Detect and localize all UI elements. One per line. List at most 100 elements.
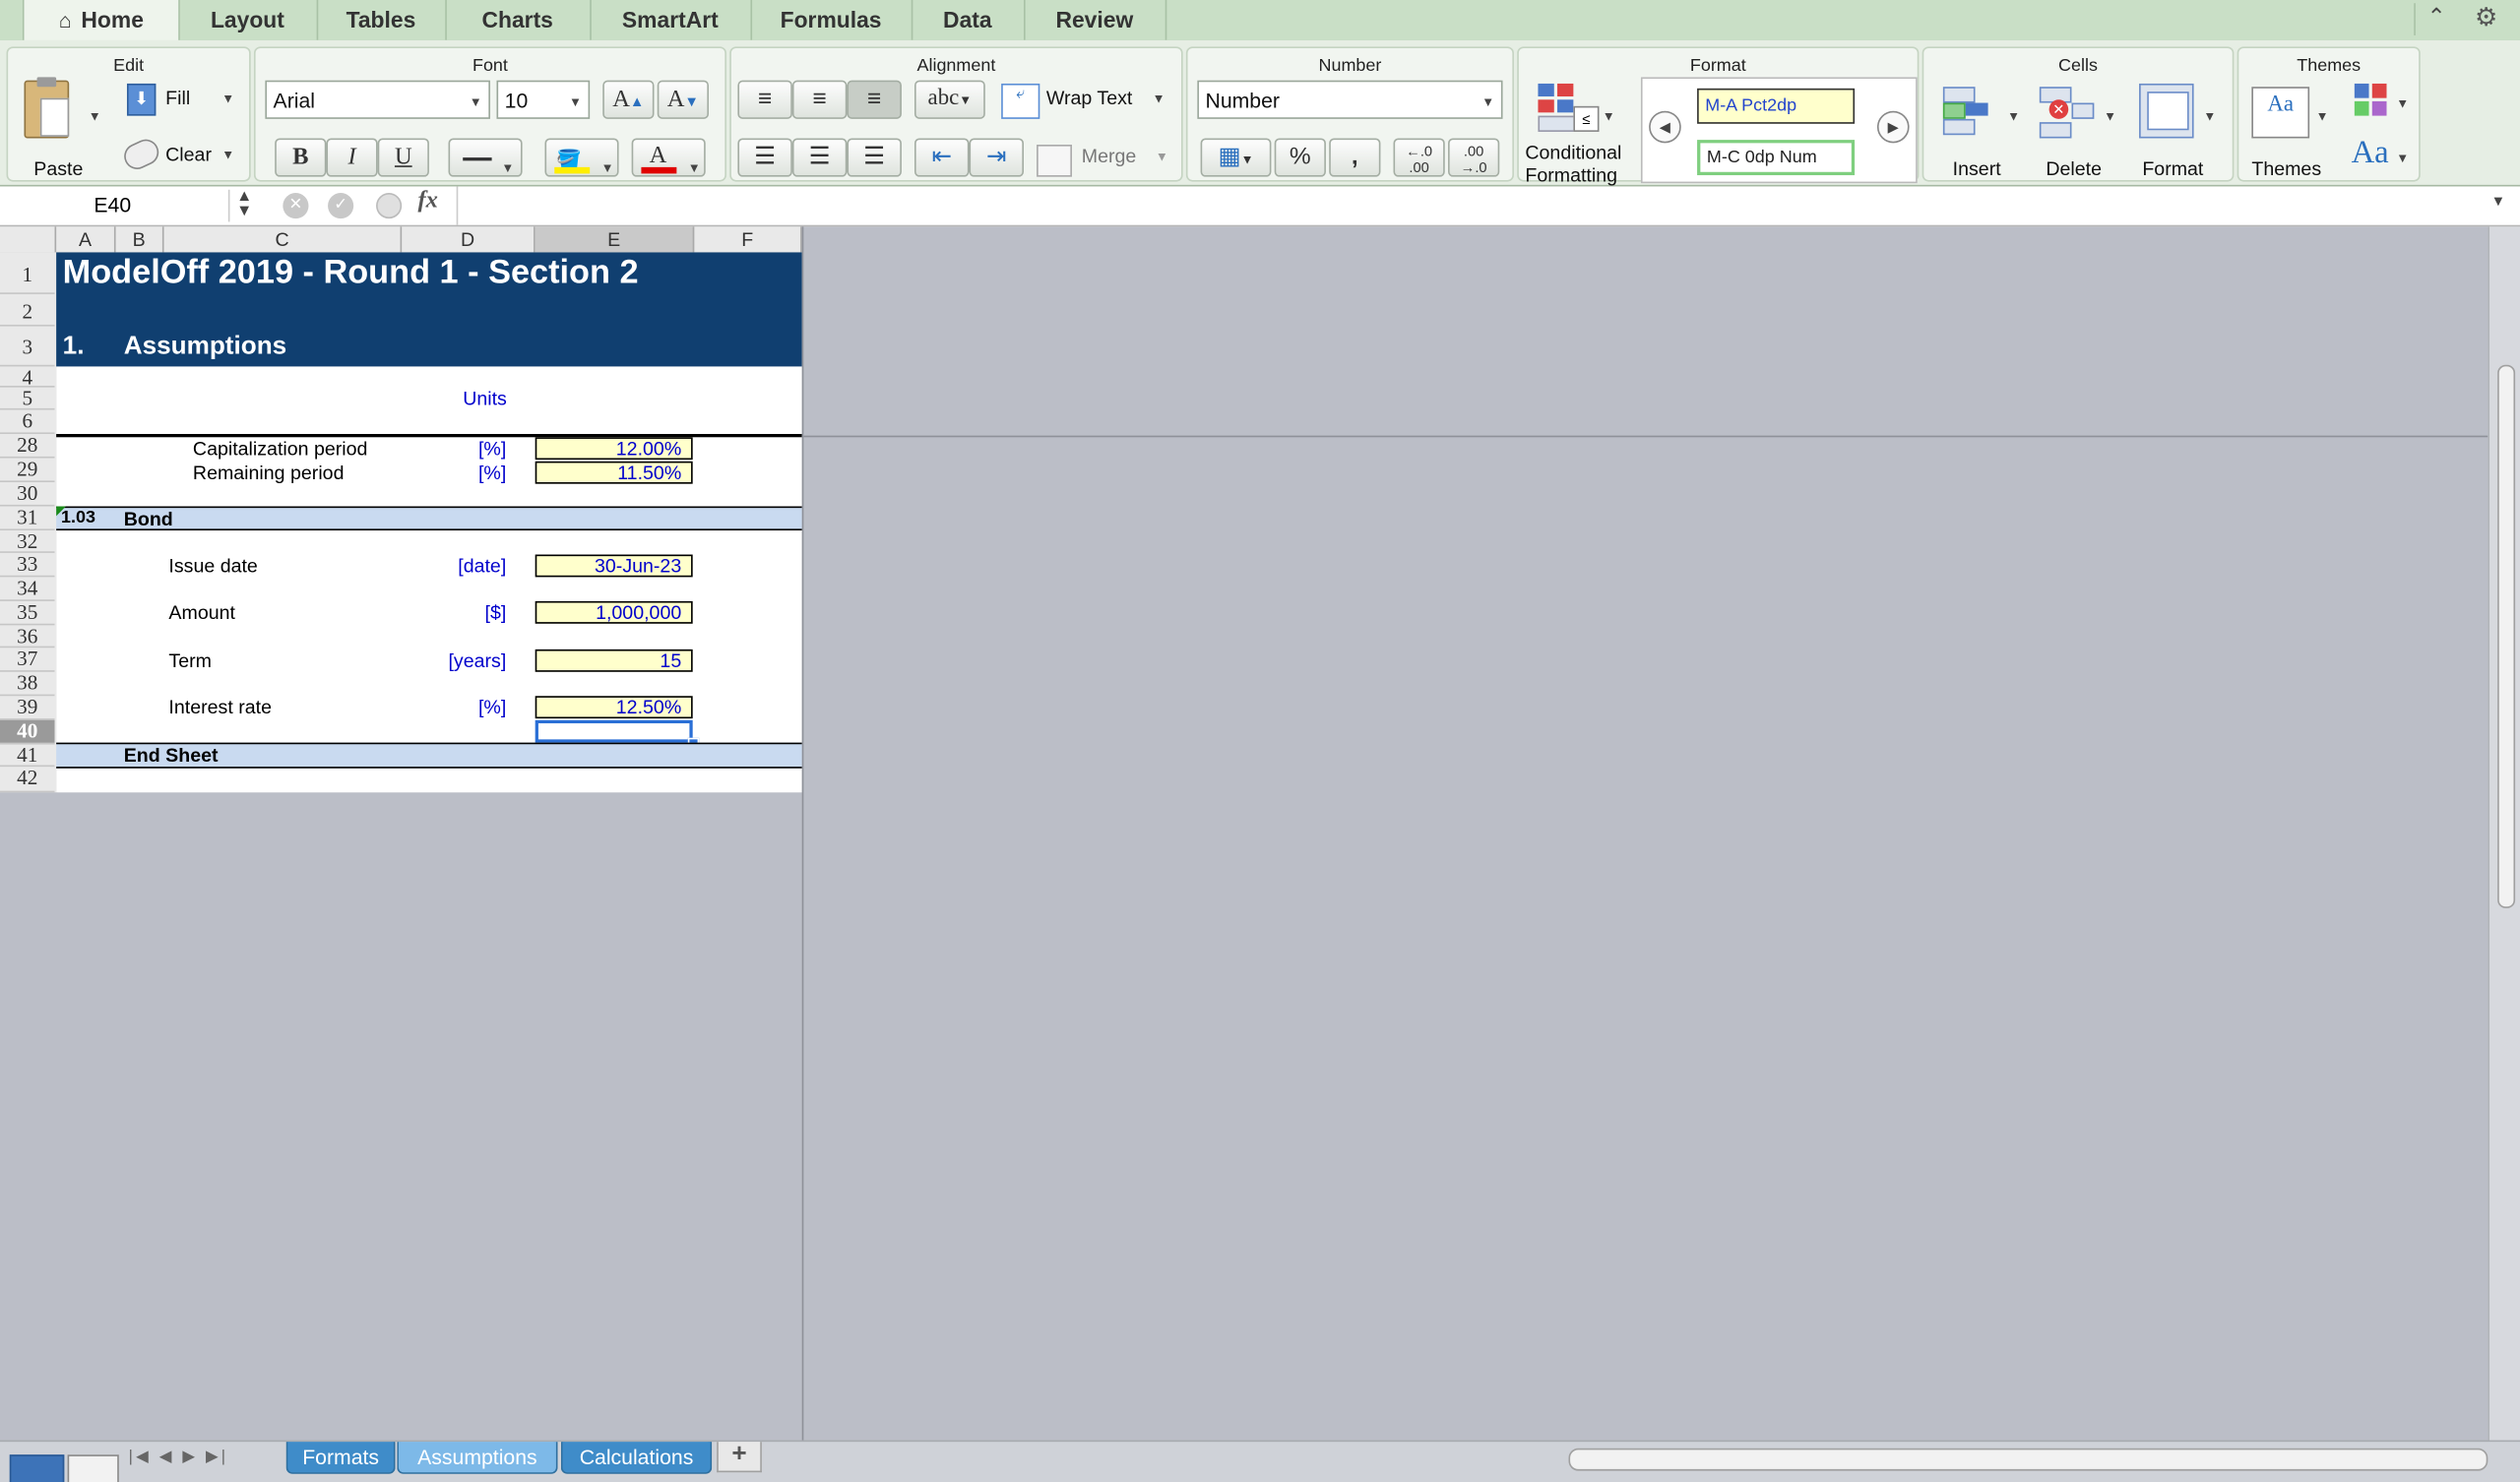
column-header-c[interactable]: C	[164, 226, 403, 253]
tab-data[interactable]: Data	[912, 0, 1026, 40]
accounting-format-button[interactable]: ▦▼	[1200, 138, 1272, 177]
shrink-font-button[interactable]: A▼	[657, 80, 709, 119]
align-middle-button[interactable]: ≡	[791, 80, 848, 119]
row-header[interactable]: 3	[0, 327, 55, 367]
fill-dropdown-icon[interactable]: ▼	[221, 92, 234, 106]
collapse-ribbon-icon[interactable]: ⌃	[2414, 3, 2457, 35]
row-header[interactable]: 31	[0, 506, 55, 531]
column-header-b[interactable]: B	[116, 226, 164, 253]
paste-button[interactable]: Paste	[33, 157, 83, 180]
align-top-button[interactable]: ≡	[737, 80, 792, 119]
paste-dropdown-icon[interactable]: ▼	[89, 109, 101, 124]
gallery-next-icon[interactable]: ▶	[1876, 110, 1910, 144]
row-header[interactable]: 28	[0, 433, 55, 459]
sheet-nav-arrows-icon[interactable]: |◀ ◀ ▶ ▶|	[129, 1449, 264, 1471]
interest-rate-input[interactable]: 12.50%	[535, 696, 693, 719]
theme-colors-icon[interactable]	[2354, 83, 2390, 119]
sheet-tab-calculations[interactable]: Calculations	[560, 1442, 713, 1474]
format-cells-icon[interactable]	[2139, 83, 2194, 139]
conditional-dropdown-icon[interactable]: ▼	[1603, 109, 1615, 124]
tab-formulas[interactable]: Formulas	[750, 0, 914, 40]
column-header-d[interactable]: D	[402, 226, 536, 253]
issue-date-input[interactable]: 30-Jun-23	[535, 554, 693, 578]
add-sheet-button[interactable]: +	[717, 1441, 762, 1473]
fill-color-button[interactable]: 🪣 ▼	[544, 138, 619, 177]
theme-fonts-icon[interactable]: Aa	[2352, 135, 2389, 172]
number-format-select[interactable]: Number ▼	[1197, 80, 1503, 119]
name-box-stepper-icon[interactable]: ▲ ▼	[227, 189, 259, 222]
wrap-dropdown-icon[interactable]: ▼	[1153, 92, 1166, 106]
bold-button[interactable]: B	[275, 138, 327, 177]
align-center-button[interactable]: ☰	[791, 138, 848, 177]
tab-tables[interactable]: Tables	[317, 0, 447, 40]
merge-dropdown-icon[interactable]: ▼	[1156, 150, 1168, 164]
increase-decimal-button[interactable]: ←.0.00	[1393, 138, 1445, 177]
style-m-a-pct2dp[interactable]: M-A Pct2dp	[1697, 88, 1856, 124]
row-header[interactable]: 41	[0, 743, 55, 768]
grow-font-button[interactable]: A▲	[602, 80, 655, 119]
clear-button[interactable]: Clear	[165, 143, 212, 165]
page-layout-view-icon[interactable]	[67, 1454, 119, 1482]
orientation-button[interactable]: abc▼	[914, 80, 985, 119]
column-header-f[interactable]: F	[694, 226, 802, 253]
fx-icon[interactable]: fx	[417, 188, 437, 216]
themes-icon[interactable]: Aa	[2251, 87, 2310, 139]
row-header[interactable]: 4	[0, 366, 55, 388]
gear-icon[interactable]: ⚙	[2462, 2, 2510, 37]
row-header[interactable]: 36	[0, 625, 55, 648]
fill-button[interactable]: Fill	[165, 87, 190, 109]
tab-layout[interactable]: Layout	[178, 0, 319, 40]
cap-period-input[interactable]: 12.00%	[535, 437, 693, 461]
row-header[interactable]: 32	[0, 529, 55, 553]
horizontal-scroll-thumb[interactable]	[1568, 1448, 2488, 1471]
merge-button[interactable]: Merge	[1082, 145, 1137, 167]
insert-cells-icon[interactable]	[1940, 84, 1998, 139]
tab-smartart[interactable]: SmartArt	[590, 0, 753, 40]
delete-button[interactable]: Delete	[2046, 157, 2102, 180]
row-header[interactable]: 38	[0, 671, 55, 697]
amount-input[interactable]: 1,000,000	[535, 600, 693, 624]
row-header[interactable]: 1	[0, 252, 55, 294]
sheet-tab-formats[interactable]: Formats	[285, 1442, 396, 1474]
underline-button[interactable]: U	[377, 138, 429, 177]
expand-formula-icon[interactable]: ▼	[2491, 193, 2506, 209]
cancel-entry-icon[interactable]: ✕	[283, 193, 309, 219]
theme-colors-dropdown-icon[interactable]: ▼	[2396, 96, 2409, 111]
font-size-select[interactable]: 10 ▼	[496, 80, 591, 119]
themes-dropdown-icon[interactable]: ▼	[2316, 109, 2329, 124]
worksheet-grid[interactable]: ModelOff 2019 - Round 1 - Section 2 1. A…	[56, 252, 802, 793]
row-header[interactable]: 5	[0, 387, 55, 410]
format-button[interactable]: Format	[2142, 157, 2203, 180]
align-right-button[interactable]: ☰	[847, 138, 902, 177]
row-header[interactable]: 2	[0, 294, 55, 327]
row-header-selected[interactable]: 40	[0, 719, 55, 745]
comma-style-button[interactable]: ,	[1329, 138, 1381, 177]
vertical-scrollbar[interactable]	[2488, 226, 2520, 1441]
insert-button[interactable]: Insert	[1953, 157, 2001, 180]
row-header[interactable]: 37	[0, 647, 55, 672]
row-header[interactable]: 35	[0, 600, 55, 626]
name-box[interactable]: E40	[0, 190, 225, 222]
row-header[interactable]: 33	[0, 552, 55, 578]
paste-icon[interactable]	[24, 77, 70, 139]
font-color-button[interactable]: A ▼	[631, 138, 706, 177]
style-m-c-0dp-num[interactable]: M-C 0dp Num	[1697, 140, 1856, 176]
term-input[interactable]: 15	[535, 648, 693, 672]
tab-home[interactable]: ⌂ Home	[22, 0, 180, 42]
format-dropdown-icon[interactable]: ▼	[2203, 109, 2216, 124]
delete-dropdown-icon[interactable]: ▼	[2104, 109, 2116, 124]
percent-style-button[interactable]: %	[1274, 138, 1326, 177]
conditional-formatting-icon[interactable]: ≤	[1538, 83, 1600, 132]
themes-button[interactable]: Themes	[2251, 157, 2321, 180]
function-wizard-icon[interactable]	[376, 193, 403, 219]
row-header[interactable]: 34	[0, 577, 55, 601]
tab-review[interactable]: Review	[1024, 0, 1167, 40]
rem-period-input[interactable]: 11.50%	[535, 461, 693, 484]
delete-cells-icon[interactable]: ✕	[2037, 84, 2095, 139]
confirm-entry-icon[interactable]: ✓	[328, 193, 354, 219]
active-cell-e40[interactable]	[535, 719, 693, 743]
gallery-prev-icon[interactable]: ◀	[1649, 110, 1681, 144]
align-left-button[interactable]: ☰	[737, 138, 792, 177]
vertical-scroll-thumb[interactable]	[2497, 364, 2516, 908]
tab-charts[interactable]: Charts	[445, 0, 592, 40]
